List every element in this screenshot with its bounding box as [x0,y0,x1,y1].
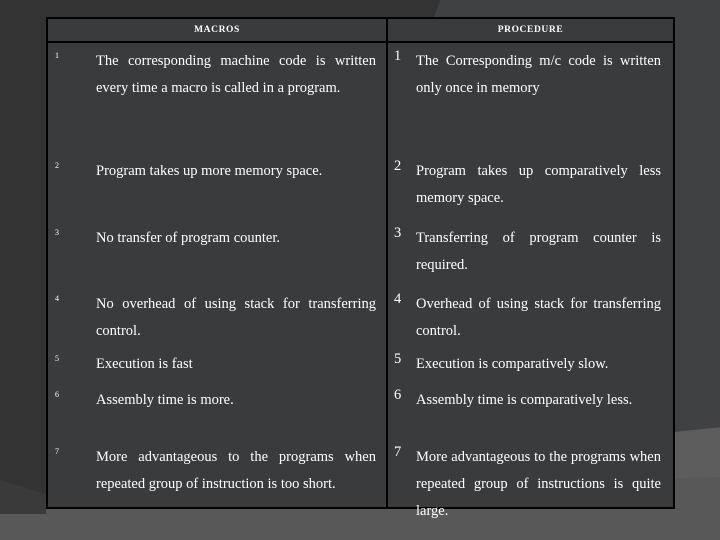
table-body: 1 The corresponding machine code is writ… [48,43,673,519]
row-number: 2 [394,158,402,174]
row-number: 4 [394,291,402,307]
row-text: Assembly time is more. [96,392,234,408]
table-row: 6 Assembly time is more. [48,387,386,438]
row-number: 2 [55,161,59,170]
row-text: Execution is comparatively slow. [416,356,609,372]
table-row: 3 Transferring of program counter is req… [388,225,673,291]
table-row: 7 More advantageous to the programs when… [388,438,673,533]
row-number: 5 [55,354,59,363]
table-row: 2 Program takes up more memory space. [48,158,386,225]
row-number: 3 [394,225,402,241]
row-text: Program takes up comparatively less memo… [416,163,661,206]
row-text: Transferring of program counter is requi… [416,230,661,273]
row-number: 1 [55,51,59,60]
table-row: 5 Execution is fast [48,351,386,387]
comparison-table: MACROS PROCEDURE 1 The corresponding mac… [46,17,675,519]
table-row: 5 Execution is comparatively slow. [388,351,673,387]
column-header-macros: MACROS [48,19,388,41]
row-number: 7 [394,444,402,460]
table-row: 4 No overhead of using stack for transfe… [48,291,386,351]
row-text: More advantageous to the programs when r… [96,449,376,492]
row-number: 3 [55,228,59,237]
row-text: The Corresponding m/c code is written on… [416,53,661,96]
row-text: More advantageous to the programs when r… [416,449,661,519]
table-row: 7 More advantageous to the programs when… [48,438,386,533]
row-text: Overhead of using stack for transferring… [416,296,661,339]
table-header-row: MACROS PROCEDURE [48,19,673,43]
table-row: 2 Program takes up comparatively less me… [388,158,673,225]
row-text: Assembly time is comparatively less. [416,392,633,408]
row-number: 6 [394,387,402,403]
column-header-procedure: PROCEDURE [497,24,564,35]
row-text: Program takes up more memory space. [96,163,323,179]
row-text: The corresponding machine code is writte… [96,53,376,96]
row-number: 4 [55,294,59,303]
row-number: 6 [55,390,59,399]
macros-column: 1 The corresponding machine code is writ… [48,43,388,507]
row-number: 1 [394,48,402,64]
row-number: 5 [394,351,402,367]
table-row: 1 The Corresponding m/c code is written … [388,43,673,158]
row-number: 7 [55,447,59,456]
table-row: 3 No transfer of program counter. [48,225,386,291]
table-row: 6 Assembly time is comparatively less. [388,387,673,438]
row-text: No transfer of program counter. [96,230,281,246]
row-text: No overhead of using stack for transferr… [96,296,376,339]
table-row: 1 The corresponding machine code is writ… [48,43,386,158]
procedure-column: 1 The Corresponding m/c code is written … [388,43,673,519]
background-left-notch [0,480,46,514]
row-text: Execution is fast [96,356,193,372]
table-row: 4 Overhead of using stack for transferri… [388,291,673,351]
